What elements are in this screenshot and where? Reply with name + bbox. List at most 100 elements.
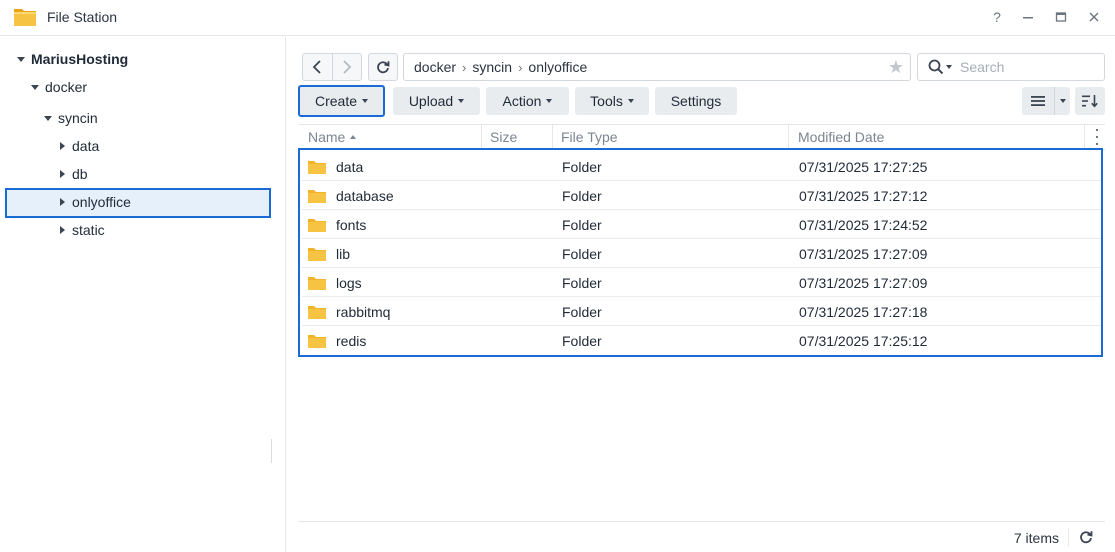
folder-icon [308, 335, 326, 348]
path-segment[interactable]: syncin [472, 59, 512, 75]
folder-icon [308, 161, 326, 174]
action-label: Action [502, 93, 542, 109]
column-header-size[interactable]: Size [490, 125, 517, 149]
refresh-icon[interactable] [1077, 528, 1095, 546]
table-row[interactable]: database Folder 07/31/2025 17:27:12 [302, 181, 1101, 210]
chevron-down-icon [1059, 99, 1066, 103]
tree-label: onlyoffice [72, 194, 131, 210]
file-type: Folder [562, 303, 602, 320]
list-view-icon [1031, 96, 1045, 106]
star-icon[interactable]: ★ [888, 57, 904, 78]
tree-label: syncin [58, 110, 98, 126]
tree-selection-highlight [5, 188, 271, 218]
file-list-selection: data Folder 07/31/2025 17:27:25 database… [298, 148, 1103, 357]
title-bar: File Station ? [0, 0, 1115, 36]
minimize-icon[interactable] [1019, 8, 1037, 26]
tree-item-onlyoffice[interactable]: onlyoffice [55, 188, 131, 216]
chevron-right-icon[interactable] [55, 198, 69, 206]
file-table-header: Name Size File Type Modified Date [298, 124, 1105, 150]
table-row[interactable]: data Folder 07/31/2025 17:27:25 [302, 152, 1101, 181]
search-box[interactable] [917, 53, 1105, 81]
tree-item-docker[interactable]: docker [28, 73, 87, 101]
create-button[interactable]: Create [298, 85, 385, 117]
tools-button[interactable]: Tools [575, 87, 649, 115]
chevron-down-icon[interactable] [14, 56, 28, 62]
tree-item-mariushosting[interactable]: MariusHosting [14, 45, 128, 73]
path-segment[interactable]: docker [414, 59, 456, 75]
column-label: Name [308, 129, 346, 145]
column-divider[interactable] [1084, 125, 1085, 149]
table-row[interactable]: logs Folder 07/31/2025 17:27:09 [302, 268, 1101, 297]
search-icon[interactable] [928, 59, 944, 75]
sidebar-tree: MariusHosting docker syncin data db only… [0, 37, 286, 552]
action-button[interactable]: Action [486, 87, 569, 115]
view-mode-toggle [1022, 87, 1070, 115]
forward-button[interactable] [331, 54, 361, 80]
chevron-down-icon[interactable] [41, 115, 55, 121]
tree-label: MariusHosting [31, 51, 129, 67]
chevron-right-icon[interactable] [55, 142, 69, 150]
file-name: rabbitmq [336, 303, 391, 320]
tree-item-db[interactable]: db [55, 160, 88, 188]
sidebar-resize-handle[interactable] [271, 439, 272, 463]
chevron-down-icon[interactable] [28, 84, 42, 90]
sort-icon [1082, 95, 1098, 108]
back-button[interactable] [303, 54, 332, 80]
item-count: 7 items [1013, 530, 1059, 546]
chevron-right-icon [343, 60, 352, 74]
sort-button[interactable] [1075, 87, 1105, 115]
close-icon[interactable] [1085, 8, 1103, 26]
folder-icon [308, 219, 326, 232]
chevron-right-icon[interactable] [55, 170, 69, 178]
maximize-icon[interactable] [1052, 8, 1070, 26]
file-name: fonts [336, 216, 367, 233]
column-divider[interactable] [552, 125, 553, 149]
window-title: File Station [47, 9, 118, 25]
folder-icon [308, 190, 326, 203]
path-separator: › [462, 59, 467, 75]
column-menu-icon[interactable] [1094, 129, 1100, 145]
column-divider[interactable] [788, 125, 789, 149]
file-modified: 07/31/2025 17:24:52 [799, 216, 928, 233]
history-nav [302, 53, 362, 81]
refresh-icon [377, 61, 390, 74]
tree-label: db [72, 166, 88, 182]
tree-item-static[interactable]: static [55, 216, 105, 244]
search-input[interactable] [960, 59, 1090, 75]
folder-icon [308, 248, 326, 261]
file-type: Folder [562, 187, 602, 204]
list-view-button[interactable] [1022, 87, 1054, 115]
path-separator: › [518, 59, 523, 75]
path-bar[interactable]: docker › syncin › onlyoffice ★ [403, 53, 911, 81]
settings-button[interactable]: Settings [655, 87, 737, 115]
view-dropdown-button[interactable] [1054, 87, 1070, 115]
file-name: data [336, 158, 364, 175]
folder-icon [308, 306, 326, 319]
table-row[interactable]: redis Folder 07/31/2025 17:25:12 [302, 326, 1101, 355]
upload-button[interactable]: Upload [393, 87, 480, 115]
file-name: logs [336, 274, 362, 291]
path-segment[interactable]: onlyoffice [528, 59, 587, 75]
file-type: Folder [562, 332, 602, 349]
column-header-modified-date[interactable]: Modified Date [798, 125, 884, 149]
column-header-file-type[interactable]: File Type [561, 125, 618, 149]
upload-label: Upload [408, 93, 454, 109]
table-row[interactable]: lib Folder 07/31/2025 17:27:09 [302, 239, 1101, 268]
tree-item-data[interactable]: data [55, 132, 99, 160]
tree-item-syncin[interactable]: syncin [41, 104, 98, 132]
file-modified: 07/31/2025 17:25:12 [799, 332, 928, 349]
help-icon[interactable]: ? [988, 8, 1006, 26]
chevron-down-icon[interactable] [946, 65, 952, 69]
file-name: redis [336, 332, 367, 349]
column-divider[interactable] [481, 125, 482, 149]
chevron-right-icon[interactable] [55, 226, 69, 234]
table-row[interactable]: rabbitmq Folder 07/31/2025 17:27:18 [302, 297, 1101, 326]
column-header-name[interactable]: Name [308, 125, 357, 149]
file-modified: 07/31/2025 17:27:12 [799, 187, 928, 204]
column-label: Modified Date [798, 129, 885, 145]
tree-label: static [72, 222, 105, 238]
chevron-left-icon [313, 60, 322, 74]
file-type: Folder [562, 245, 602, 262]
table-row[interactable]: fonts Folder 07/31/2025 17:24:52 [302, 210, 1101, 239]
refresh-button[interactable] [368, 53, 398, 81]
